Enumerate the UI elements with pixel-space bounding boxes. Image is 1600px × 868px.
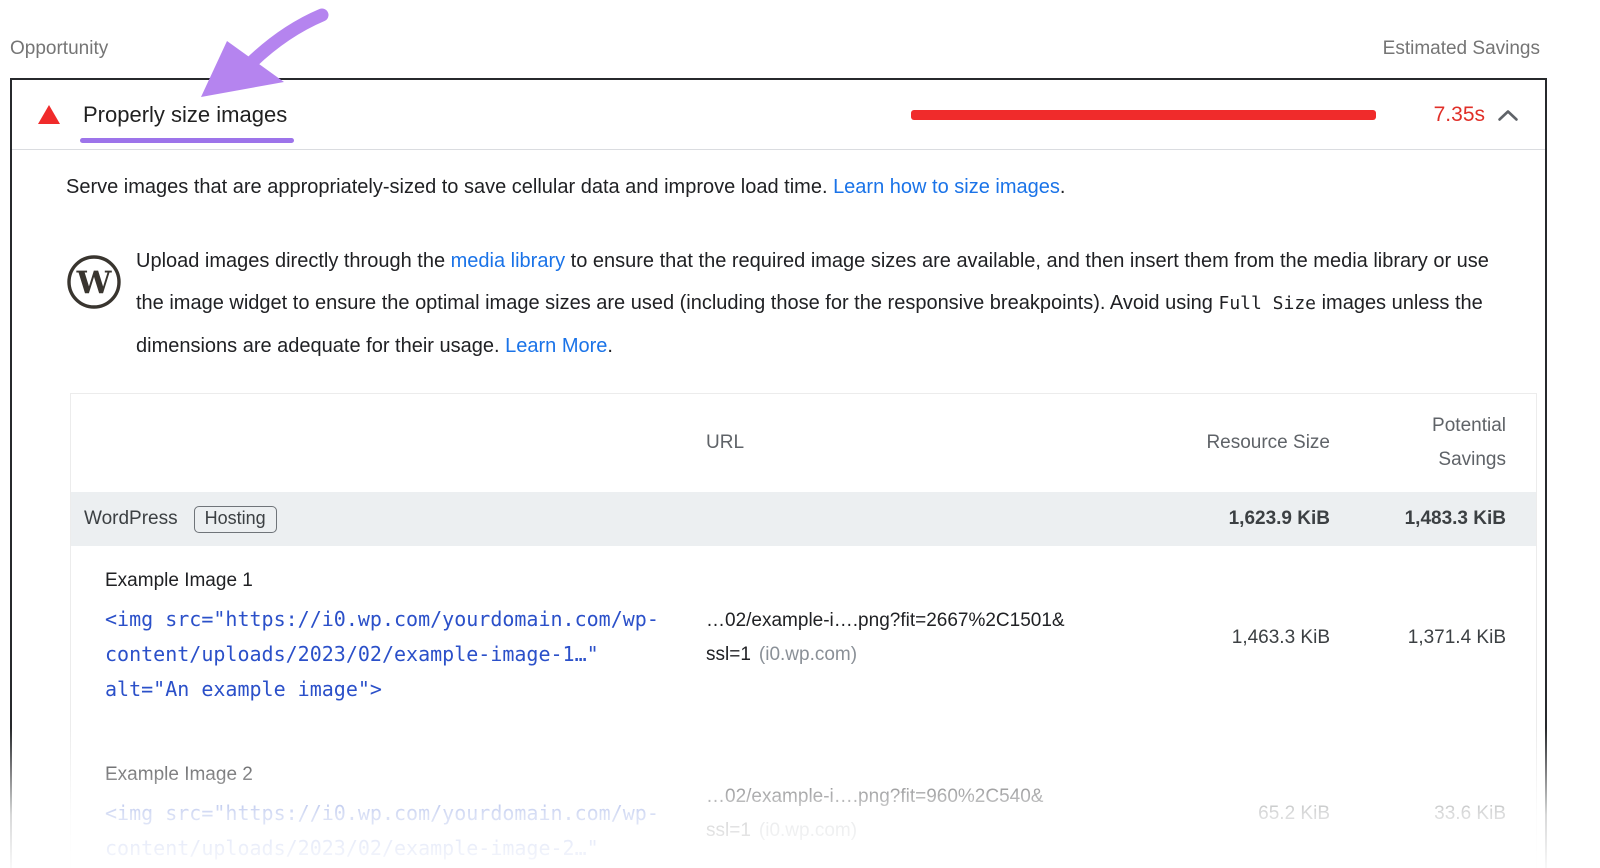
title-underline-annotation [80, 138, 294, 143]
group-resource-size: 1,623.9 KiB [1155, 508, 1330, 530]
table-row: Example Image 1 <img src="https://i0.wp.… [71, 546, 1536, 729]
audit-description: Serve images that are appropriately-size… [66, 172, 1509, 202]
url-text: ssl=1 [706, 644, 751, 665]
audit-card: Properly size images 7.35s Serve images … [10, 78, 1547, 868]
estimated-savings-column-label: Estimated Savings [1383, 38, 1540, 60]
potential-savings-value: 33.6 KiB [1330, 803, 1506, 825]
url-column-header: URL [691, 432, 1155, 454]
resource-url: …02/example-i….png?fit=2667%2C1501& ssl=… [691, 604, 1155, 672]
url-origin: (i0.wp.com) [759, 820, 857, 841]
group-name: WordPress [84, 508, 178, 530]
learn-more-link[interactable]: Learn More [505, 335, 607, 357]
stack-pack-note: W Upload images directly through the med… [66, 240, 1509, 367]
note-segment: . [607, 335, 613, 357]
hosting-badge: Hosting [194, 506, 277, 533]
resource-size-value: 65.2 KiB [1155, 803, 1330, 825]
resource-size-value: 1,463.3 KiB [1155, 627, 1330, 649]
audit-header[interactable]: Properly size images 7.35s [12, 80, 1545, 150]
warning-triangle-icon [38, 105, 60, 124]
potential-savings-column-header: Potential Savings [1410, 409, 1506, 477]
url-text: …02/example-i….png?fit=960%2C540& [706, 786, 1043, 807]
url-text: …02/example-i….png?fit=2667%2C1501& [706, 610, 1065, 631]
full-size-code-text: Full Size [1218, 293, 1316, 314]
img-code-snippet: <img src="https://i0.wp.com/yourdomain.c… [105, 796, 673, 866]
wordpress-logo: W [66, 254, 122, 310]
resource-url: …02/example-i….png?fit=960%2C540& ssl=1 (… [691, 780, 1155, 848]
stack-pack-text: Upload images directly through the media… [136, 240, 1491, 367]
description-text: Serve images that are appropriately-size… [66, 176, 833, 198]
opportunity-column-label: Opportunity [10, 38, 108, 60]
url-origin: (i0.wp.com) [759, 644, 857, 665]
description-suffix: . [1060, 176, 1066, 198]
chevron-up-icon[interactable] [1497, 108, 1519, 122]
savings-value: 7.35s [1434, 103, 1485, 127]
img-code-snippet: <img src="https://i0.wp.com/yourdomain.c… [105, 602, 673, 707]
item-label: Example Image 1 [105, 570, 691, 592]
svg-text:W: W [76, 265, 113, 301]
learn-how-to-size-images-link[interactable]: Learn how to size images [833, 176, 1060, 198]
savings-bar [911, 110, 1376, 120]
item-label: Example Image 2 [105, 764, 691, 786]
table-row: Example Image 2 <img src="https://i0.wp.… [71, 729, 1536, 868]
table-header-row: URL Resource Size Potential Savings [71, 394, 1536, 492]
page: Opportunity Estimated Savings Properly s… [0, 0, 1600, 868]
audit-title: Properly size images [83, 102, 287, 127]
url-text: ssl=1 [706, 820, 751, 841]
note-segment: Upload images directly through the [136, 250, 451, 272]
resource-size-column-header: Resource Size [1155, 432, 1330, 454]
potential-savings-value: 1,371.4 KiB [1330, 627, 1506, 649]
group-potential-savings: 1,483.3 KiB [1330, 508, 1506, 530]
resources-table: URL Resource Size Potential Savings Word… [70, 393, 1537, 868]
wordpress-group-row: WordPress Hosting 1,623.9 KiB 1,483.3 Ki… [71, 492, 1536, 546]
media-library-link[interactable]: media library [451, 250, 565, 272]
